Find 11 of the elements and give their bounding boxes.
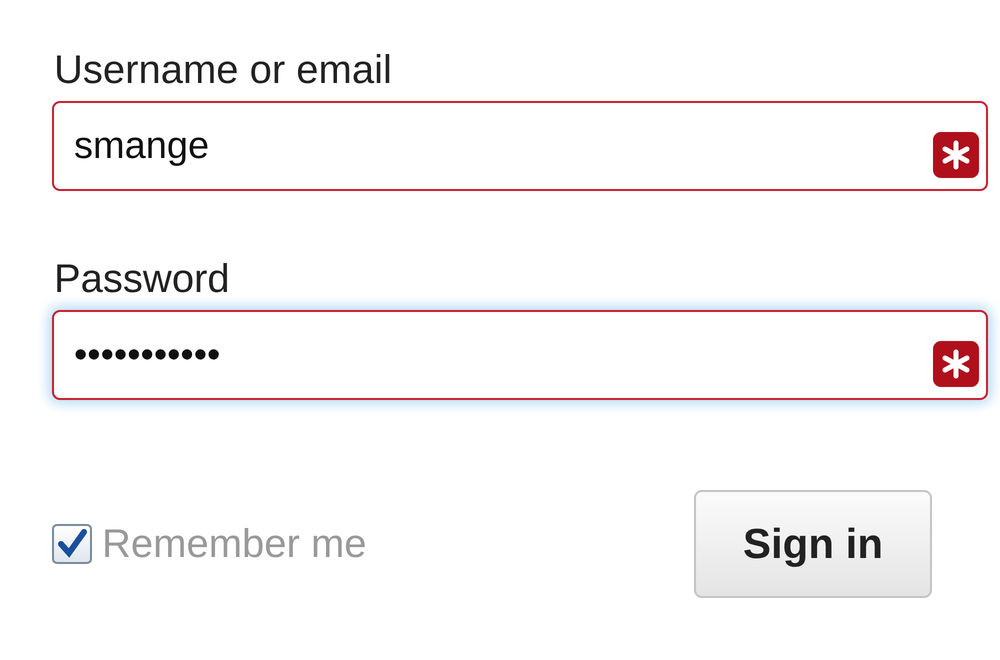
input-field[interactable]: ••••••••••• (52, 310, 988, 400)
input-field[interactable]: smange (52, 101, 988, 191)
field-value: smange (74, 124, 210, 168)
field-label: Username or email (54, 48, 393, 93)
field-value: ••••••••••• (74, 334, 220, 376)
checkbox[interactable] (52, 524, 92, 564)
password-manager-icon[interactable] (932, 340, 980, 388)
sign-in-button[interactable]: Sign in (694, 490, 932, 598)
checkbox-label: Remember me (102, 522, 367, 566)
field-label: Password (54, 257, 231, 302)
password-manager-icon[interactable] (932, 131, 980, 179)
